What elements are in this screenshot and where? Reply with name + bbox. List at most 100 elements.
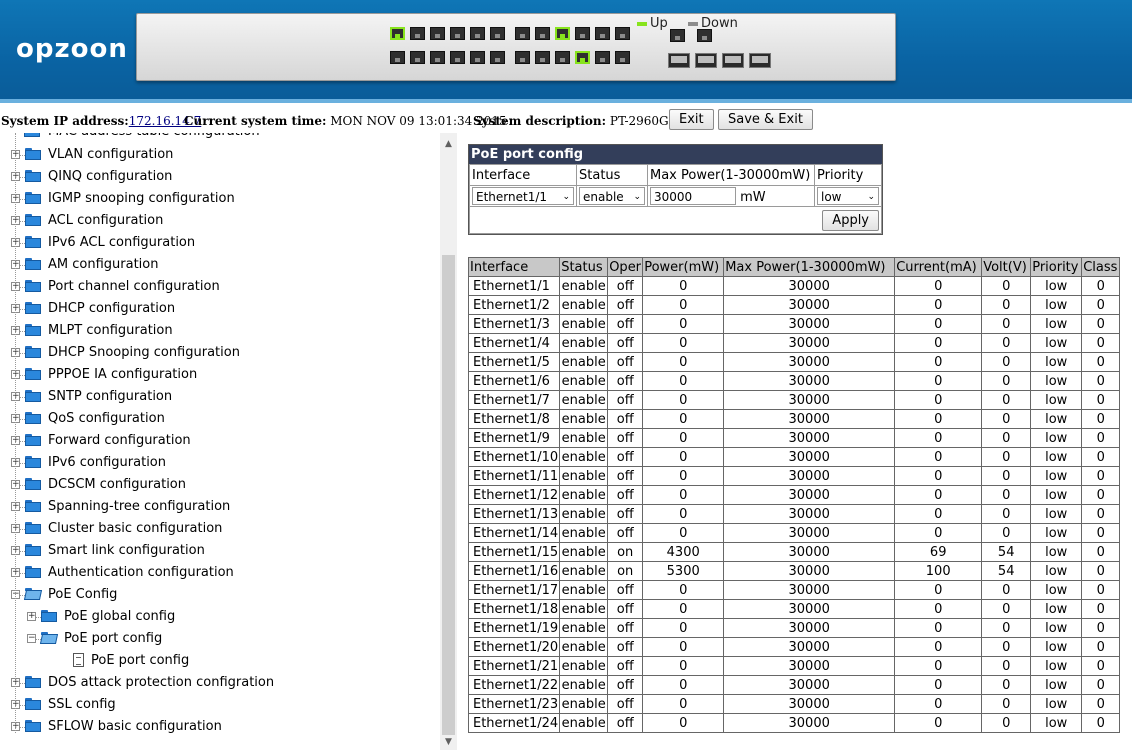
table-row: Ethernet1/6 enable off 0 30000 0 0 low 0 — [467, 371, 1121, 391]
col-volt: Volt(V) — [981, 257, 1032, 277]
table-cell: 0 — [642, 371, 725, 391]
port-4[interactable] — [410, 51, 425, 64]
save-exit-button[interactable]: Save & Exit — [718, 109, 813, 130]
sfp-port-26[interactable] — [695, 53, 717, 68]
scroll-down-arrow-icon[interactable]: ▼ — [440, 734, 457, 750]
port-19[interactable] — [575, 27, 590, 40]
table-row: Ethernet1/20 enable off 0 30000 0 0 low 0 — [467, 637, 1121, 657]
table-cell: 30000 — [723, 466, 896, 486]
tree-item-label: QINQ configuration — [48, 169, 173, 184]
table-cell: 0 — [1081, 599, 1121, 619]
poe-port-config-form: PoE port config Interface Status Max Pow… — [468, 144, 883, 235]
tree-item-label: DHCP configuration — [48, 301, 176, 316]
table-cell: low — [1030, 675, 1083, 695]
interface-select[interactable]: Ethernet1/1 ⌄ — [472, 187, 574, 205]
console-port[interactable] — [670, 29, 685, 42]
table-cell: Ethernet1/23 — [467, 694, 561, 714]
port-3[interactable] — [410, 27, 425, 40]
table-row: Ethernet1/3 enable off 0 30000 0 0 low 0 — [467, 314, 1121, 334]
table-cell: 30000 — [723, 447, 896, 467]
col-oper: Oper — [607, 257, 644, 277]
folder-icon — [25, 236, 41, 248]
scroll-thumb[interactable] — [442, 255, 455, 735]
col-class: Class — [1081, 257, 1121, 277]
table-cell: on — [607, 542, 644, 562]
max-power-input[interactable]: 30000 — [650, 187, 736, 205]
mgmt-port[interactable] — [697, 29, 712, 42]
tree-item-label: DCSCM configuration — [48, 477, 186, 492]
port-10[interactable] — [470, 51, 485, 64]
sfp-port-27[interactable] — [722, 53, 744, 68]
down-swatch — [688, 21, 698, 26]
table-cell: 0 — [1081, 352, 1121, 372]
table-cell: 0 — [981, 694, 1032, 714]
port-5[interactable] — [430, 27, 445, 40]
tree-item-label: AM configuration — [48, 257, 159, 272]
port-1[interactable] — [390, 27, 405, 40]
table-cell: off — [607, 276, 644, 296]
port-20[interactable] — [575, 51, 590, 64]
table-cell: enable — [559, 561, 609, 581]
scroll-up-arrow-icon[interactable]: ▲ — [440, 136, 457, 152]
table-cell: 0 — [894, 333, 983, 353]
table-row: Ethernet1/4 enable off 0 30000 0 0 low 0 — [467, 333, 1121, 353]
priority-value: low — [821, 190, 842, 204]
table-cell: off — [607, 599, 644, 619]
port-21[interactable] — [595, 27, 610, 40]
table-cell: low — [1030, 637, 1083, 657]
port-2[interactable] — [390, 51, 405, 64]
tree-item-label: SNTP configuration — [48, 389, 173, 404]
table-cell: 0 — [1081, 371, 1121, 391]
folder-icon — [25, 324, 41, 336]
port-17[interactable] — [555, 27, 570, 40]
tree-item-label: Port channel configuration — [48, 279, 220, 294]
tree-scrollbar[interactable]: ▲ ▼ — [440, 133, 457, 750]
apply-button[interactable]: Apply — [822, 209, 879, 231]
status-select[interactable]: enable ⌄ — [579, 187, 645, 205]
port-7[interactable] — [450, 27, 465, 40]
table-cell: 0 — [981, 713, 1032, 733]
table-cell: 0 — [894, 276, 983, 296]
collapse-icon[interactable]: − — [27, 634, 36, 643]
table-cell: off — [607, 485, 644, 505]
folder-icon — [25, 698, 41, 710]
table-cell: 30000 — [723, 390, 896, 410]
exit-button[interactable]: Exit — [669, 109, 714, 130]
table-cell: 0 — [642, 409, 725, 429]
table-cell: 30000 — [723, 580, 896, 600]
port-16[interactable] — [535, 51, 550, 64]
port-15[interactable] — [535, 27, 550, 40]
table-row: Ethernet1/12 enable off 0 30000 0 0 low 0 — [467, 485, 1121, 505]
port-8[interactable] — [450, 51, 465, 64]
header-banner: opzoon Up Down — [0, 0, 1132, 103]
table-cell: 0 — [894, 371, 983, 391]
sfp-port-25[interactable] — [668, 53, 690, 68]
table-cell: on — [607, 561, 644, 581]
tree-item-label: QoS configuration — [48, 411, 165, 426]
tree-item-label: IPv6 configuration — [48, 455, 167, 470]
brand-logo: opzoon — [16, 34, 128, 64]
table-cell: 0 — [894, 295, 983, 315]
priority-select[interactable]: low ⌄ — [817, 187, 879, 205]
sfp-port-28[interactable] — [749, 53, 771, 68]
port-24[interactable] — [615, 51, 630, 64]
port-14[interactable] — [515, 51, 530, 64]
ip-label: System IP address: — [1, 114, 129, 128]
table-cell: enable — [559, 656, 609, 676]
table-cell: 69 — [894, 542, 983, 562]
port-18[interactable] — [555, 51, 570, 64]
table-cell: enable — [559, 466, 609, 486]
table-cell: 30000 — [723, 352, 896, 372]
port-11[interactable] — [490, 27, 505, 40]
table-cell: 30000 — [723, 428, 896, 448]
expand-icon[interactable]: + — [27, 612, 36, 621]
port-6[interactable] — [430, 51, 445, 64]
table-cell: enable — [559, 276, 609, 296]
port-9[interactable] — [470, 27, 485, 40]
port-13[interactable] — [515, 27, 530, 40]
table-cell: 0 — [981, 599, 1032, 619]
port-22[interactable] — [595, 51, 610, 64]
folder-icon — [25, 258, 41, 270]
port-23[interactable] — [615, 27, 630, 40]
port-12[interactable] — [490, 51, 505, 64]
